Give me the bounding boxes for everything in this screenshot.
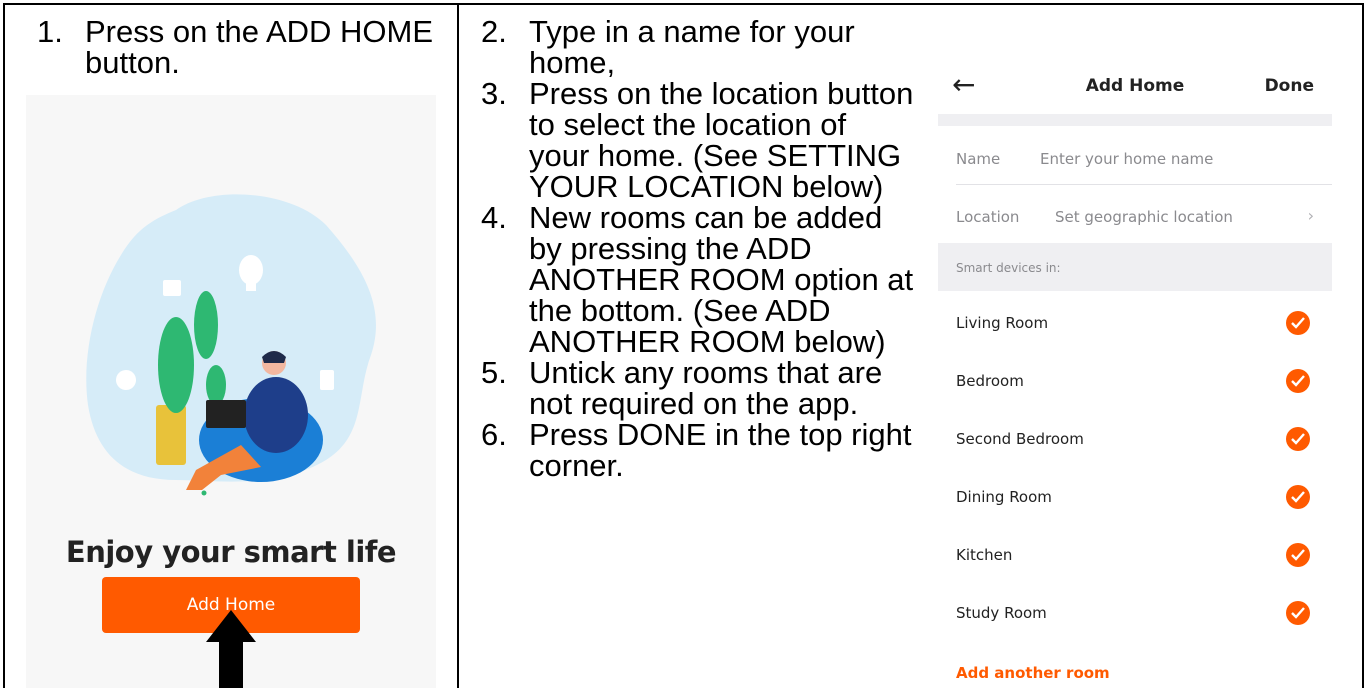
field-divider <box>956 184 1332 185</box>
location-value[interactable]: Set geographic location <box>1055 208 1233 226</box>
name-field[interactable]: Name Enter your home name <box>938 128 1332 186</box>
instruction-step: 6. Press DONE in the top right corner. <box>474 419 914 481</box>
chevron-right-icon: › <box>1307 206 1314 225</box>
welcome-screenshot: Enjoy your smart life Add Home <box>26 95 436 688</box>
plant-pot <box>156 405 186 465</box>
step-number: 5. <box>481 355 507 390</box>
bulb-icon <box>239 255 263 285</box>
step-text: Press DONE in the top right corner. <box>529 417 912 483</box>
location-field[interactable]: Location Set geographic location › <box>938 186 1332 244</box>
step-number: 1. <box>37 14 63 49</box>
instruction-list-middle: 2. Type in a name for your home, 3. Pres… <box>474 16 914 481</box>
step-number: 6. <box>481 417 507 452</box>
add-another-room-button[interactable]: Add another room <box>956 664 1110 682</box>
name-label: Name <box>956 150 1001 168</box>
check-icon[interactable] <box>1286 427 1310 451</box>
step-text: Press on the location button to select t… <box>529 76 914 204</box>
step-text: Press on the ADD HOME button. <box>85 14 434 80</box>
section-label: Smart devices in: <box>956 261 1061 275</box>
column-divider <box>457 3 459 688</box>
room-name: Living Room <box>956 314 1049 332</box>
room-name: Dining Room <box>956 488 1052 506</box>
sensor-icon <box>320 370 334 390</box>
check-icon[interactable] <box>1286 369 1310 393</box>
instruction-list-left: 1. Press on the ADD HOME button. <box>30 16 450 78</box>
add-home-screenshot: ← Add Home Done Name Enter your home nam… <box>938 58 1332 688</box>
instruction-step: 2. Type in a name for your home, <box>474 16 914 78</box>
step-text: Untick any rooms that are not required o… <box>529 355 883 421</box>
room-item[interactable]: Bedroom <box>938 352 1332 410</box>
room-name: Kitchen <box>956 546 1013 564</box>
name-input[interactable]: Enter your home name <box>1040 150 1213 168</box>
instruction-step: 4. New rooms can be added by pressing th… <box>474 202 914 357</box>
section-header: Smart devices in: <box>938 243 1332 291</box>
room-item[interactable]: Dining Room <box>938 468 1332 526</box>
check-icon[interactable] <box>1286 485 1310 509</box>
done-button[interactable]: Done <box>1265 76 1314 96</box>
room-item[interactable]: Study Room <box>938 584 1332 642</box>
location-label: Location <box>956 208 1020 226</box>
room-item[interactable]: Living Room <box>938 294 1332 352</box>
check-icon[interactable] <box>1286 601 1310 625</box>
smart-home-illustration <box>86 194 376 496</box>
step-number: 4. <box>481 200 507 235</box>
cactus <box>158 317 194 413</box>
header-separator <box>938 114 1332 126</box>
switch-icon <box>163 280 181 296</box>
room-item[interactable]: Second Bedroom <box>938 410 1332 468</box>
instruction-step: 5. Untick any rooms that are not require… <box>474 357 914 419</box>
room-name: Second Bedroom <box>956 430 1084 448</box>
black-arrow-up-icon <box>206 610 256 688</box>
instruction-step: 3. Press on the location button to selec… <box>474 78 914 202</box>
step-text: Type in a name for your home, <box>529 14 855 80</box>
room-item[interactable]: Kitchen <box>938 526 1332 584</box>
person-body <box>244 377 308 453</box>
step-number: 2. <box>481 14 507 49</box>
laptop <box>206 400 246 428</box>
check-icon[interactable] <box>1286 543 1310 567</box>
room-name: Study Room <box>956 604 1047 622</box>
room-name: Bedroom <box>956 372 1024 390</box>
instruction-step: 1. Press on the ADD HOME button. <box>30 16 450 78</box>
step-number: 3. <box>481 76 507 111</box>
step-text: New rooms can be added by pressing the A… <box>529 200 914 359</box>
check-icon[interactable] <box>1286 311 1310 335</box>
app-header: ← Add Home Done <box>938 58 1332 114</box>
thermostat-icon <box>116 370 136 390</box>
welcome-heading: Enjoy your smart life <box>65 535 397 569</box>
